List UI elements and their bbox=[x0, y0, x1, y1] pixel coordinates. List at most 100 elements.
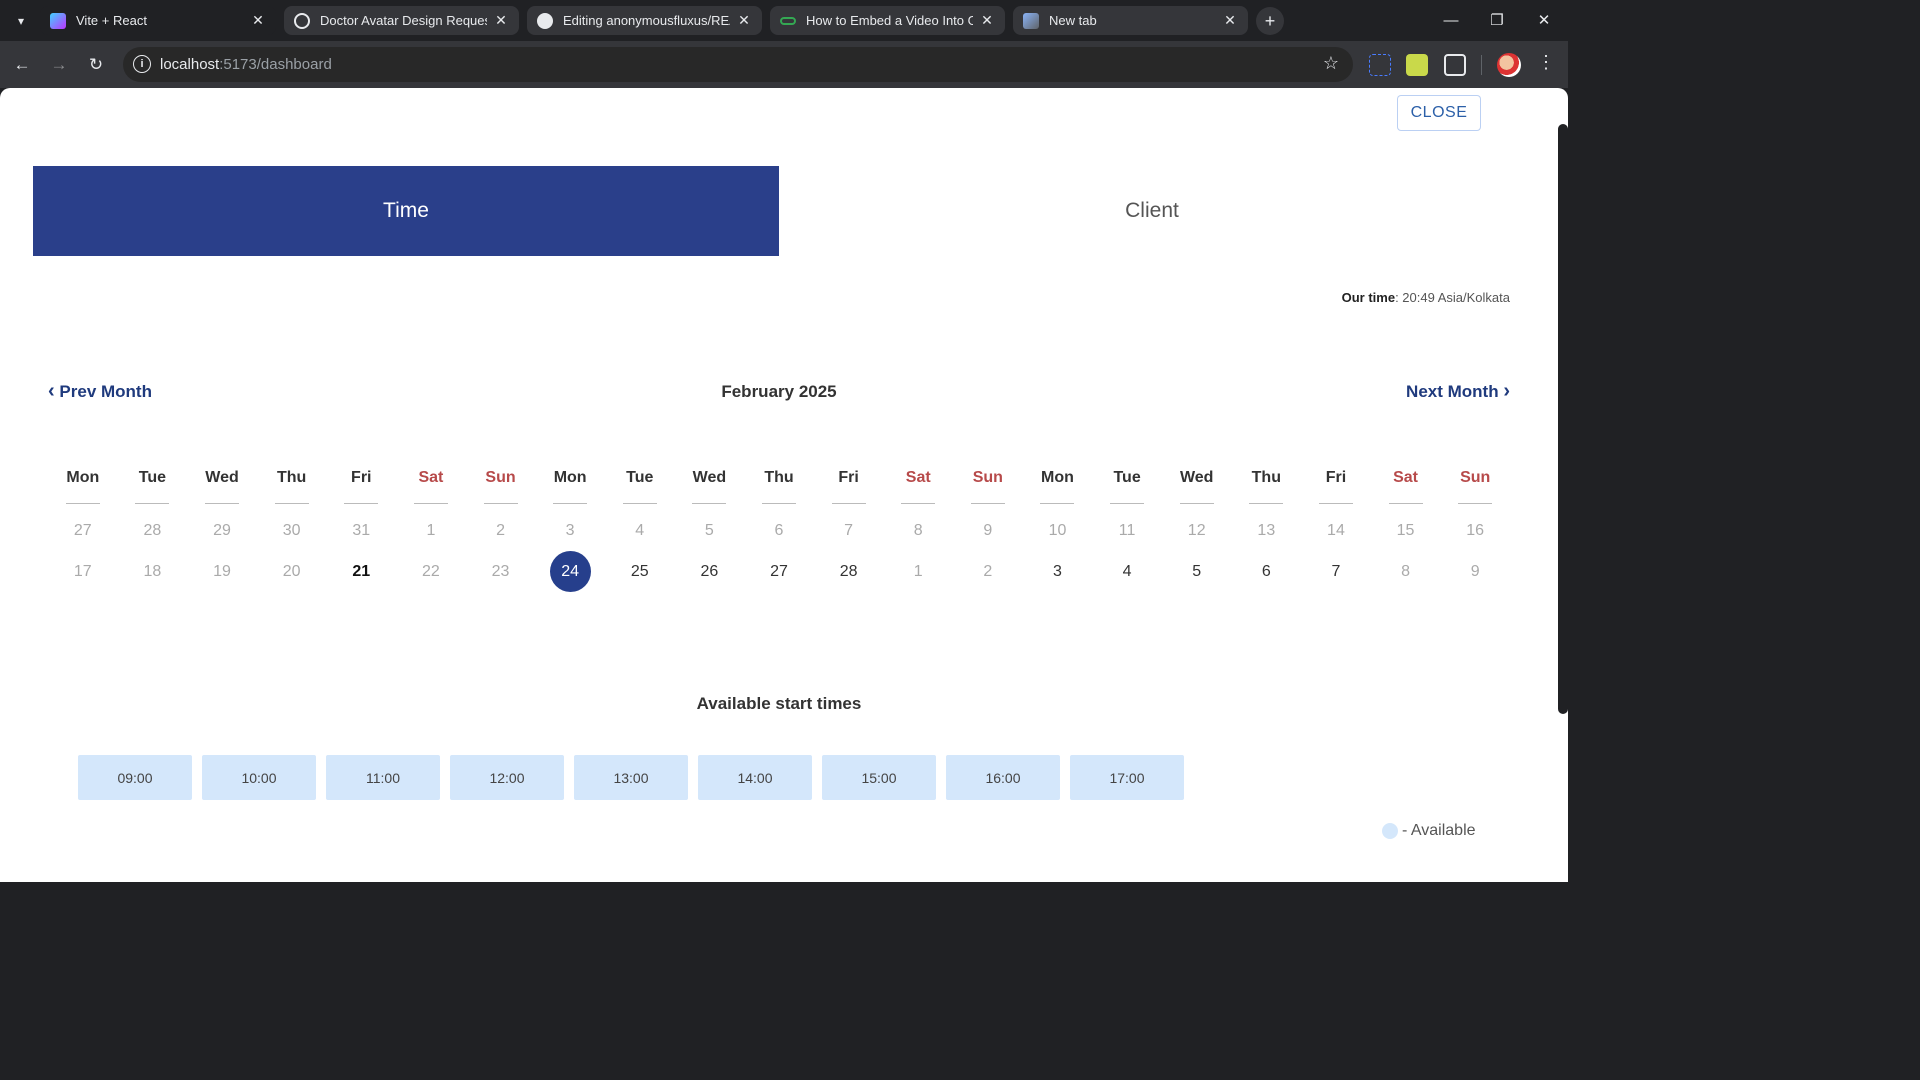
calendar-day: 16 bbox=[1440, 510, 1510, 551]
tab-new-tab[interactable]: New tab ✕ bbox=[1013, 6, 1248, 35]
calendar-day[interactable]: 26 bbox=[675, 551, 745, 592]
time-slot-button[interactable]: 15:00 bbox=[822, 755, 936, 800]
calendar-day[interactable]: 27 bbox=[744, 551, 814, 592]
calendar-day: 8 bbox=[1371, 551, 1441, 592]
week-row-1: 27 28 29 30 31 1 2 3 4 5 6 7 8 9 10 11 12 13 14 15 16 bbox=[48, 510, 1510, 551]
chevron-right-icon: › bbox=[1503, 380, 1510, 402]
close-tab-icon[interactable]: ✕ bbox=[979, 12, 995, 29]
day-number: 9 bbox=[983, 522, 993, 539]
profile-avatar[interactable] bbox=[1497, 53, 1521, 77]
weekday-header: Sun bbox=[466, 466, 536, 504]
weekday-header-row: Mon Tue Wed Thu Fri Sat Sun Mon Tue Wed Thu Fri Sat S… bbox=[48, 466, 1510, 504]
time-slot-button[interactable]: 14:00 bbox=[698, 755, 812, 800]
day-number: 7 bbox=[1331, 563, 1341, 580]
next-month-button[interactable]: Next Month › bbox=[1406, 380, 1510, 403]
time-slot-button[interactable]: 13:00 bbox=[574, 755, 688, 800]
tab-title: How to Embed a Video Into Git bbox=[806, 13, 973, 28]
calendar-day: 21 bbox=[326, 551, 396, 592]
time-slot-button[interactable]: 17:00 bbox=[1070, 755, 1184, 800]
close-tab-icon[interactable]: ✕ bbox=[1222, 12, 1238, 29]
extension-image-icon[interactable] bbox=[1406, 54, 1428, 76]
window-close-icon[interactable]: ✕ bbox=[1531, 8, 1557, 32]
calendar-day: 1 bbox=[883, 551, 953, 592]
calendar-day: 15 bbox=[1371, 510, 1441, 551]
weekday-header: Wed bbox=[187, 466, 257, 504]
bookmark-star-icon[interactable]: ☆ bbox=[1323, 53, 1339, 74]
tab-embed-video[interactable]: How to Embed a Video Into Git ✕ bbox=[770, 6, 1005, 35]
calendar-day: 7 bbox=[814, 510, 884, 551]
calendar-day: 27 bbox=[48, 510, 118, 551]
back-icon[interactable]: ← bbox=[9, 52, 35, 78]
calendar-day: 6 bbox=[744, 510, 814, 551]
tab-client[interactable]: Client bbox=[779, 166, 1525, 256]
tab-time[interactable]: Time bbox=[33, 166, 779, 256]
forward-icon[interactable]: → bbox=[46, 52, 72, 78]
close-tab-icon[interactable]: ✕ bbox=[493, 12, 509, 29]
calendar-day: 3 bbox=[535, 510, 605, 551]
tab-search-icon[interactable]: ▾ bbox=[10, 10, 32, 32]
calendar-day: 31 bbox=[326, 510, 396, 551]
day-number: 2 bbox=[983, 563, 993, 580]
our-time-value: : 20:49 Asia/Kolkata bbox=[1395, 290, 1510, 305]
day-number: 23 bbox=[491, 563, 510, 580]
url-text[interactable]: localhost:5173/dashboard bbox=[160, 56, 332, 73]
tab-github-editing[interactable]: Editing anonymousfluxus/READ ✕ bbox=[527, 6, 762, 35]
day-number: 19 bbox=[213, 563, 231, 580]
tab-doctor-avatar[interactable]: Doctor Avatar Design Request ✕ bbox=[284, 6, 519, 35]
month-title: February 2025 bbox=[721, 382, 837, 401]
extensions-puzzle-icon[interactable] bbox=[1444, 54, 1466, 76]
calendar-day: 28 bbox=[118, 510, 188, 551]
calendar-day: 5 bbox=[675, 510, 745, 551]
minimize-icon[interactable]: — bbox=[1438, 8, 1464, 32]
calendar-day[interactable]: 7 bbox=[1301, 551, 1371, 592]
reload-icon[interactable]: ↻ bbox=[83, 52, 109, 78]
calendar-day-selected[interactable]: 24 bbox=[535, 551, 605, 592]
calendar-day: 20 bbox=[257, 551, 327, 592]
calendar-day[interactable]: 5 bbox=[1162, 551, 1232, 592]
new-tab-button[interactable]: + bbox=[1256, 7, 1284, 35]
prev-month-button[interactable]: ‹ Prev Month bbox=[48, 380, 152, 403]
day-number: 8 bbox=[913, 522, 923, 539]
calendar-day[interactable]: 4 bbox=[1092, 551, 1162, 592]
weekday-header: Fri bbox=[1301, 466, 1371, 504]
calendar-day[interactable]: 3 bbox=[1023, 551, 1093, 592]
weekday-header: Sun bbox=[953, 466, 1023, 504]
calendar-day: 10 bbox=[1023, 510, 1093, 551]
calendar-day: 23 bbox=[466, 551, 536, 592]
time-slot-button[interactable]: 10:00 bbox=[202, 755, 316, 800]
tab-vite-react[interactable]: Vite + React ✕ bbox=[40, 6, 276, 35]
day-number: 30 bbox=[282, 522, 301, 539]
day-number: 6 bbox=[1261, 563, 1271, 580]
day-number: 1 bbox=[426, 522, 436, 539]
page-scrollbar[interactable] bbox=[1558, 124, 1568, 714]
weekday-header: Tue bbox=[118, 466, 188, 504]
time-slot-button[interactable]: 11:00 bbox=[326, 755, 440, 800]
time-slot-button[interactable]: 16:00 bbox=[946, 755, 1060, 800]
calendar-day: 19 bbox=[187, 551, 257, 592]
day-number: 26 bbox=[700, 563, 719, 580]
restore-icon[interactable]: ❐ bbox=[1484, 8, 1510, 32]
calendar-day: 13 bbox=[1232, 510, 1302, 551]
extension-fd-icon[interactable] bbox=[1369, 54, 1391, 76]
site-info-icon[interactable]: i bbox=[133, 55, 151, 73]
time-slot-button[interactable]: 12:00 bbox=[450, 755, 564, 800]
calendar-day[interactable]: 6 bbox=[1232, 551, 1302, 592]
tab-title: Doctor Avatar Design Request bbox=[320, 13, 487, 28]
close-tab-icon[interactable]: ✕ bbox=[250, 12, 266, 29]
day-number: 16 bbox=[1466, 522, 1485, 539]
close-button[interactable]: CLOSE bbox=[1397, 95, 1481, 131]
time-slot-button[interactable]: 09:00 bbox=[78, 755, 192, 800]
day-number: 27 bbox=[73, 522, 92, 539]
address-bar[interactable]: i localhost:5173/dashboard ☆ bbox=[123, 47, 1353, 82]
weekday-header: Wed bbox=[675, 466, 745, 504]
prev-month-label: Prev Month bbox=[59, 381, 152, 401]
weekday-header: Thu bbox=[1232, 466, 1302, 504]
close-tab-icon[interactable]: ✕ bbox=[736, 12, 752, 29]
calendar-day[interactable]: 28 bbox=[814, 551, 884, 592]
browser-menu-icon[interactable]: ⋮ bbox=[1536, 52, 1556, 73]
day-number: 5 bbox=[704, 522, 714, 539]
calendar-day[interactable]: 25 bbox=[605, 551, 675, 592]
day-number: 2 bbox=[496, 522, 505, 539]
day-number: 9 bbox=[1470, 563, 1480, 580]
browser-tab-bar: ▾ Vite + React ✕ Doctor Avatar Design Re… bbox=[0, 0, 1568, 41]
